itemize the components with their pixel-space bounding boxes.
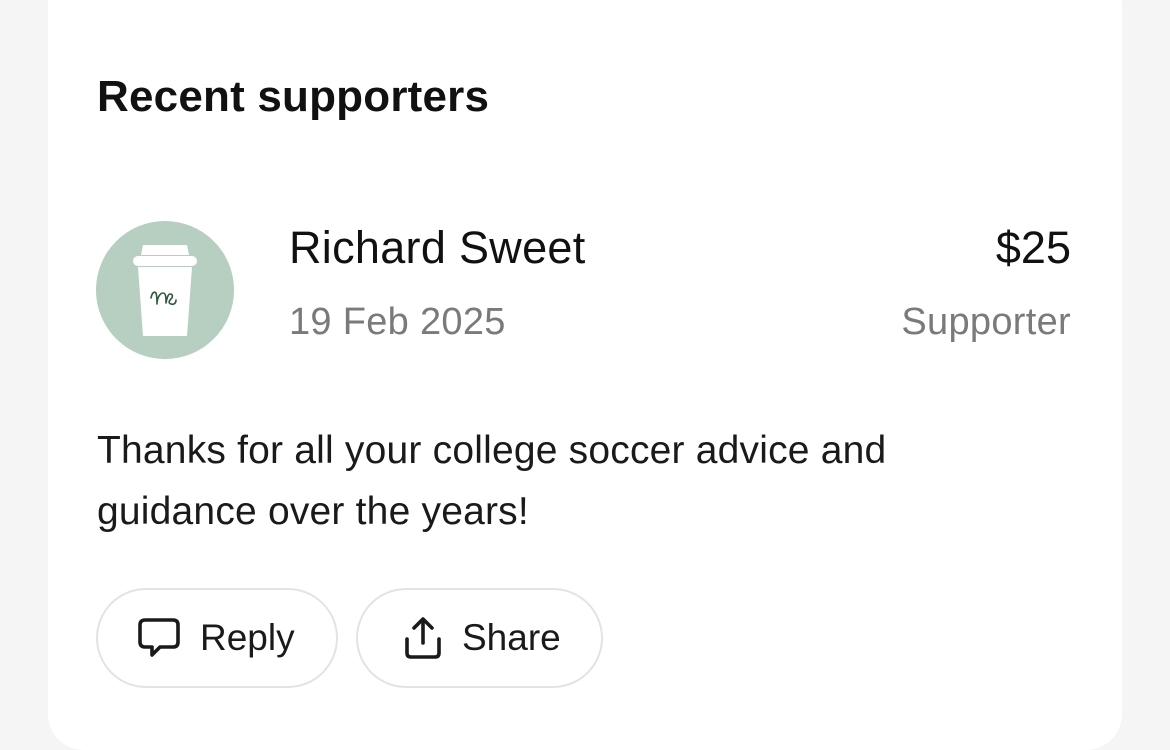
coffee-cup-icon bbox=[133, 245, 197, 336]
supporter-tier: Supporter bbox=[901, 301, 1071, 343]
share-upload-icon bbox=[405, 617, 441, 659]
reply-button[interactable]: Reply bbox=[96, 588, 338, 688]
share-label: Share bbox=[462, 617, 561, 658]
support-date: 19 Feb 2025 bbox=[289, 301, 506, 343]
speech-bubble-icon bbox=[138, 618, 180, 657]
support-amount: $25 bbox=[995, 222, 1071, 273]
reply-label: Reply bbox=[200, 617, 295, 658]
supporter-message: Thanks for all your college soccer advic… bbox=[97, 429, 887, 533]
share-button[interactable]: Share bbox=[356, 588, 603, 688]
supporter-name: Richard Sweet bbox=[289, 222, 586, 273]
avatar bbox=[96, 221, 234, 359]
section-title: Recent supporters bbox=[97, 72, 490, 121]
